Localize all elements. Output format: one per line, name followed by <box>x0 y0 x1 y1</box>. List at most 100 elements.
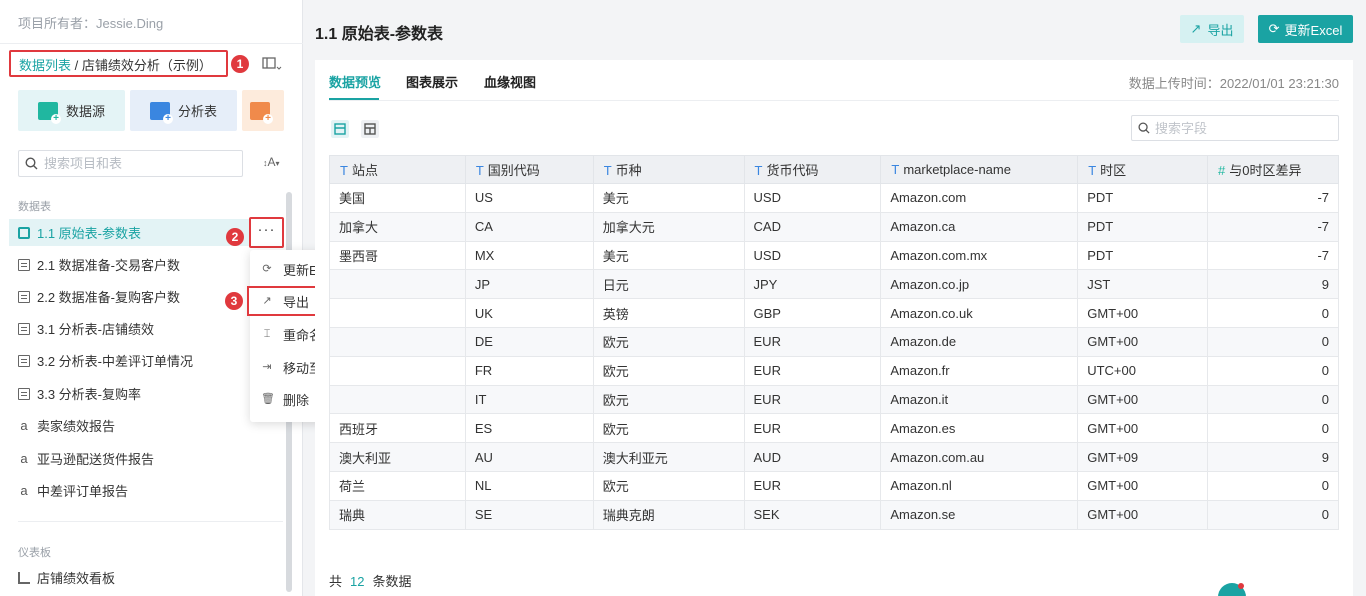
table-cell: Amazon.com <box>880 183 1079 213</box>
table-cell <box>329 298 466 328</box>
table-cell: EUR <box>743 355 882 386</box>
row-count-number: 12 <box>350 574 365 589</box>
table-cell: GMT+00 <box>1077 298 1209 328</box>
table-row: 墨西哥 MX 美元 USD Amazon.com.mx PDT -7 <box>329 240 1339 271</box>
table-cell: GMT+00 <box>1077 384 1209 415</box>
database-icon <box>18 226 30 239</box>
column-header[interactable]: T 时区 <box>1077 155 1209 184</box>
column-header[interactable]: T 货币代码 <box>743 155 882 184</box>
add-analysis-label: 分析表 <box>177 104 217 119</box>
text-type-icon: T <box>1088 163 1097 178</box>
column-header-label: marketplace-name <box>903 162 1011 177</box>
column-header[interactable]: T 国别代码 <box>464 155 594 184</box>
table-row: 瑞典 SE 瑞典克朗 SEK Amazon.se GMT+00 0 <box>329 499 1339 530</box>
number-type-icon: # <box>1218 163 1226 178</box>
column-header[interactable]: Tmarketplace-name <box>880 155 1079 184</box>
table-cell: PDT <box>1077 211 1209 242</box>
table-cell: SEK <box>743 499 882 530</box>
tree-item-2-1[interactable]: 2.1 数据准备-交易客户数 <box>9 251 284 278</box>
dashboard-add-icon <box>250 101 273 124</box>
column-header-label: 与0时区差异 <box>1229 163 1302 178</box>
table-cell: 瑞典克朗 <box>592 499 745 530</box>
export-icon: ↗ <box>262 295 272 307</box>
table-cell: JPY <box>743 269 882 300</box>
export-button[interactable]: ↗ 导出 <box>1180 15 1244 43</box>
tree-item-3-3[interactable]: 3.3 分析表-复购率 <box>9 380 284 407</box>
text-a-icon: a <box>20 450 28 466</box>
tree-item-3-2[interactable]: 3.2 分析表-中差评订单情况 <box>9 347 284 374</box>
field-view-icon[interactable] <box>361 120 379 138</box>
breadcrumb-separator: / <box>71 58 82 73</box>
refresh-icon: ⟳ <box>1268 21 1280 36</box>
table-cell: GMT+00 <box>1077 499 1209 530</box>
table-row: IT 欧元 EUR Amazon.it GMT+00 0 <box>329 384 1339 415</box>
table-cell: 0 <box>1207 499 1339 530</box>
column-header[interactable]: # 与0时区差异 <box>1207 155 1339 184</box>
update-excel-button[interactable]: ⟳ 更新Excel <box>1258 15 1353 43</box>
tree-item-label: 3.3 分析表-复购率 <box>37 387 142 402</box>
table-row: UK 英镑 GBP Amazon.co.uk GMT+00 0 <box>329 298 1339 328</box>
table-cell: PDT <box>1077 240 1209 271</box>
add-analysis-button[interactable]: 分析表 <box>130 90 237 131</box>
add-datasource-label: 数据源 <box>65 104 105 119</box>
tree-item-3-1[interactable]: 3.1 分析表-店铺绩效 <box>9 315 284 342</box>
tree-item-review-report[interactable]: a 中差评订单报告 <box>9 477 284 504</box>
table-view-icon[interactable] <box>331 120 349 138</box>
text-type-icon: T <box>754 163 763 178</box>
table-cell: DE <box>464 326 594 357</box>
table-cell: AU <box>464 442 594 472</box>
section-dashboards-label: 仪表板 <box>18 547 51 559</box>
tab-lineage[interactable]: 血缘视图 <box>484 72 536 91</box>
table-cell: MX <box>464 240 594 271</box>
row-count: 共 12 条数据 <box>329 571 412 590</box>
field-search-input[interactable] <box>1155 120 1325 136</box>
column-header-label: 国别代码 <box>487 163 540 178</box>
layout-toggle-icon[interactable] <box>262 56 282 72</box>
sort-icon[interactable]: ↕A▾ <box>263 155 280 169</box>
table-cell: CAD <box>743 211 882 242</box>
tree-item-seller-report[interactable]: a 卖家绩效报告 <box>9 412 284 439</box>
main-panel: 数据预览 图表展示 血缘视图 数据上传时间：2022/01/01 23:21:3… <box>315 60 1353 596</box>
tree-item-label: 店铺绩效看板 <box>37 571 116 586</box>
export-label: 导出 <box>1207 22 1234 38</box>
section-tables-label: 数据表 <box>18 201 51 213</box>
divider <box>0 43 303 44</box>
table-cell: GMT+00 <box>1077 413 1209 444</box>
tree-item-2-2[interactable]: 2.2 数据准备-复购客户数 <box>9 283 284 310</box>
table-cell: 美元 <box>592 183 745 213</box>
add-dashboard-button[interactable] <box>242 90 284 131</box>
table-cell: 澳大利亚 <box>329 442 466 472</box>
column-header[interactable]: T 站点 <box>329 155 466 184</box>
tree-item-fba-report[interactable]: a 亚马逊配送货件报告 <box>9 445 284 472</box>
table-cell: JST <box>1077 269 1209 300</box>
tree-item-label: 亚马逊配送货件报告 <box>37 452 155 467</box>
tree-item-label: 3.2 分析表-中差评订单情况 <box>37 354 194 369</box>
table-cell: Amazon.com.au <box>880 442 1079 472</box>
table-cell: Amazon.fr <box>880 355 1079 386</box>
table-cell <box>329 355 466 386</box>
tab-chart[interactable]: 图表展示 <box>406 72 458 91</box>
table-cell: 澳大利亚元 <box>592 442 745 472</box>
field-search <box>1131 115 1339 141</box>
table-cell: 西班牙 <box>329 413 466 444</box>
table-cell: JP <box>464 269 594 300</box>
table-doc-icon <box>18 387 30 400</box>
tab-data-preview[interactable]: 数据预览 <box>329 72 381 91</box>
project-search-input[interactable] <box>44 156 224 171</box>
column-header[interactable]: T 币种 <box>592 155 745 184</box>
breadcrumb-root-link[interactable]: 数据列表 <box>19 58 71 73</box>
tree-item-label: 1.1 原始表-参数表 <box>37 226 142 241</box>
tree-item-label: 2.1 数据准备-交易客户数 <box>37 258 181 273</box>
table-cell: 欧元 <box>592 470 745 501</box>
table-cell: 日元 <box>592 269 745 300</box>
page-title: 1.1 原始表-参数表 <box>315 26 444 43</box>
table-cell <box>329 269 466 300</box>
more-actions-button[interactable]: ··· <box>249 217 284 248</box>
add-datasource-button[interactable]: 数据源 <box>18 90 125 131</box>
table-cell: 欧元 <box>592 326 745 357</box>
table-cell: 0 <box>1207 413 1339 444</box>
tree-item-dashboard[interactable]: 店铺绩效看板 <box>9 564 284 591</box>
table-cell: -7 <box>1207 240 1339 271</box>
table-cell: Amazon.nl <box>880 470 1079 501</box>
table-cell <box>329 384 466 415</box>
